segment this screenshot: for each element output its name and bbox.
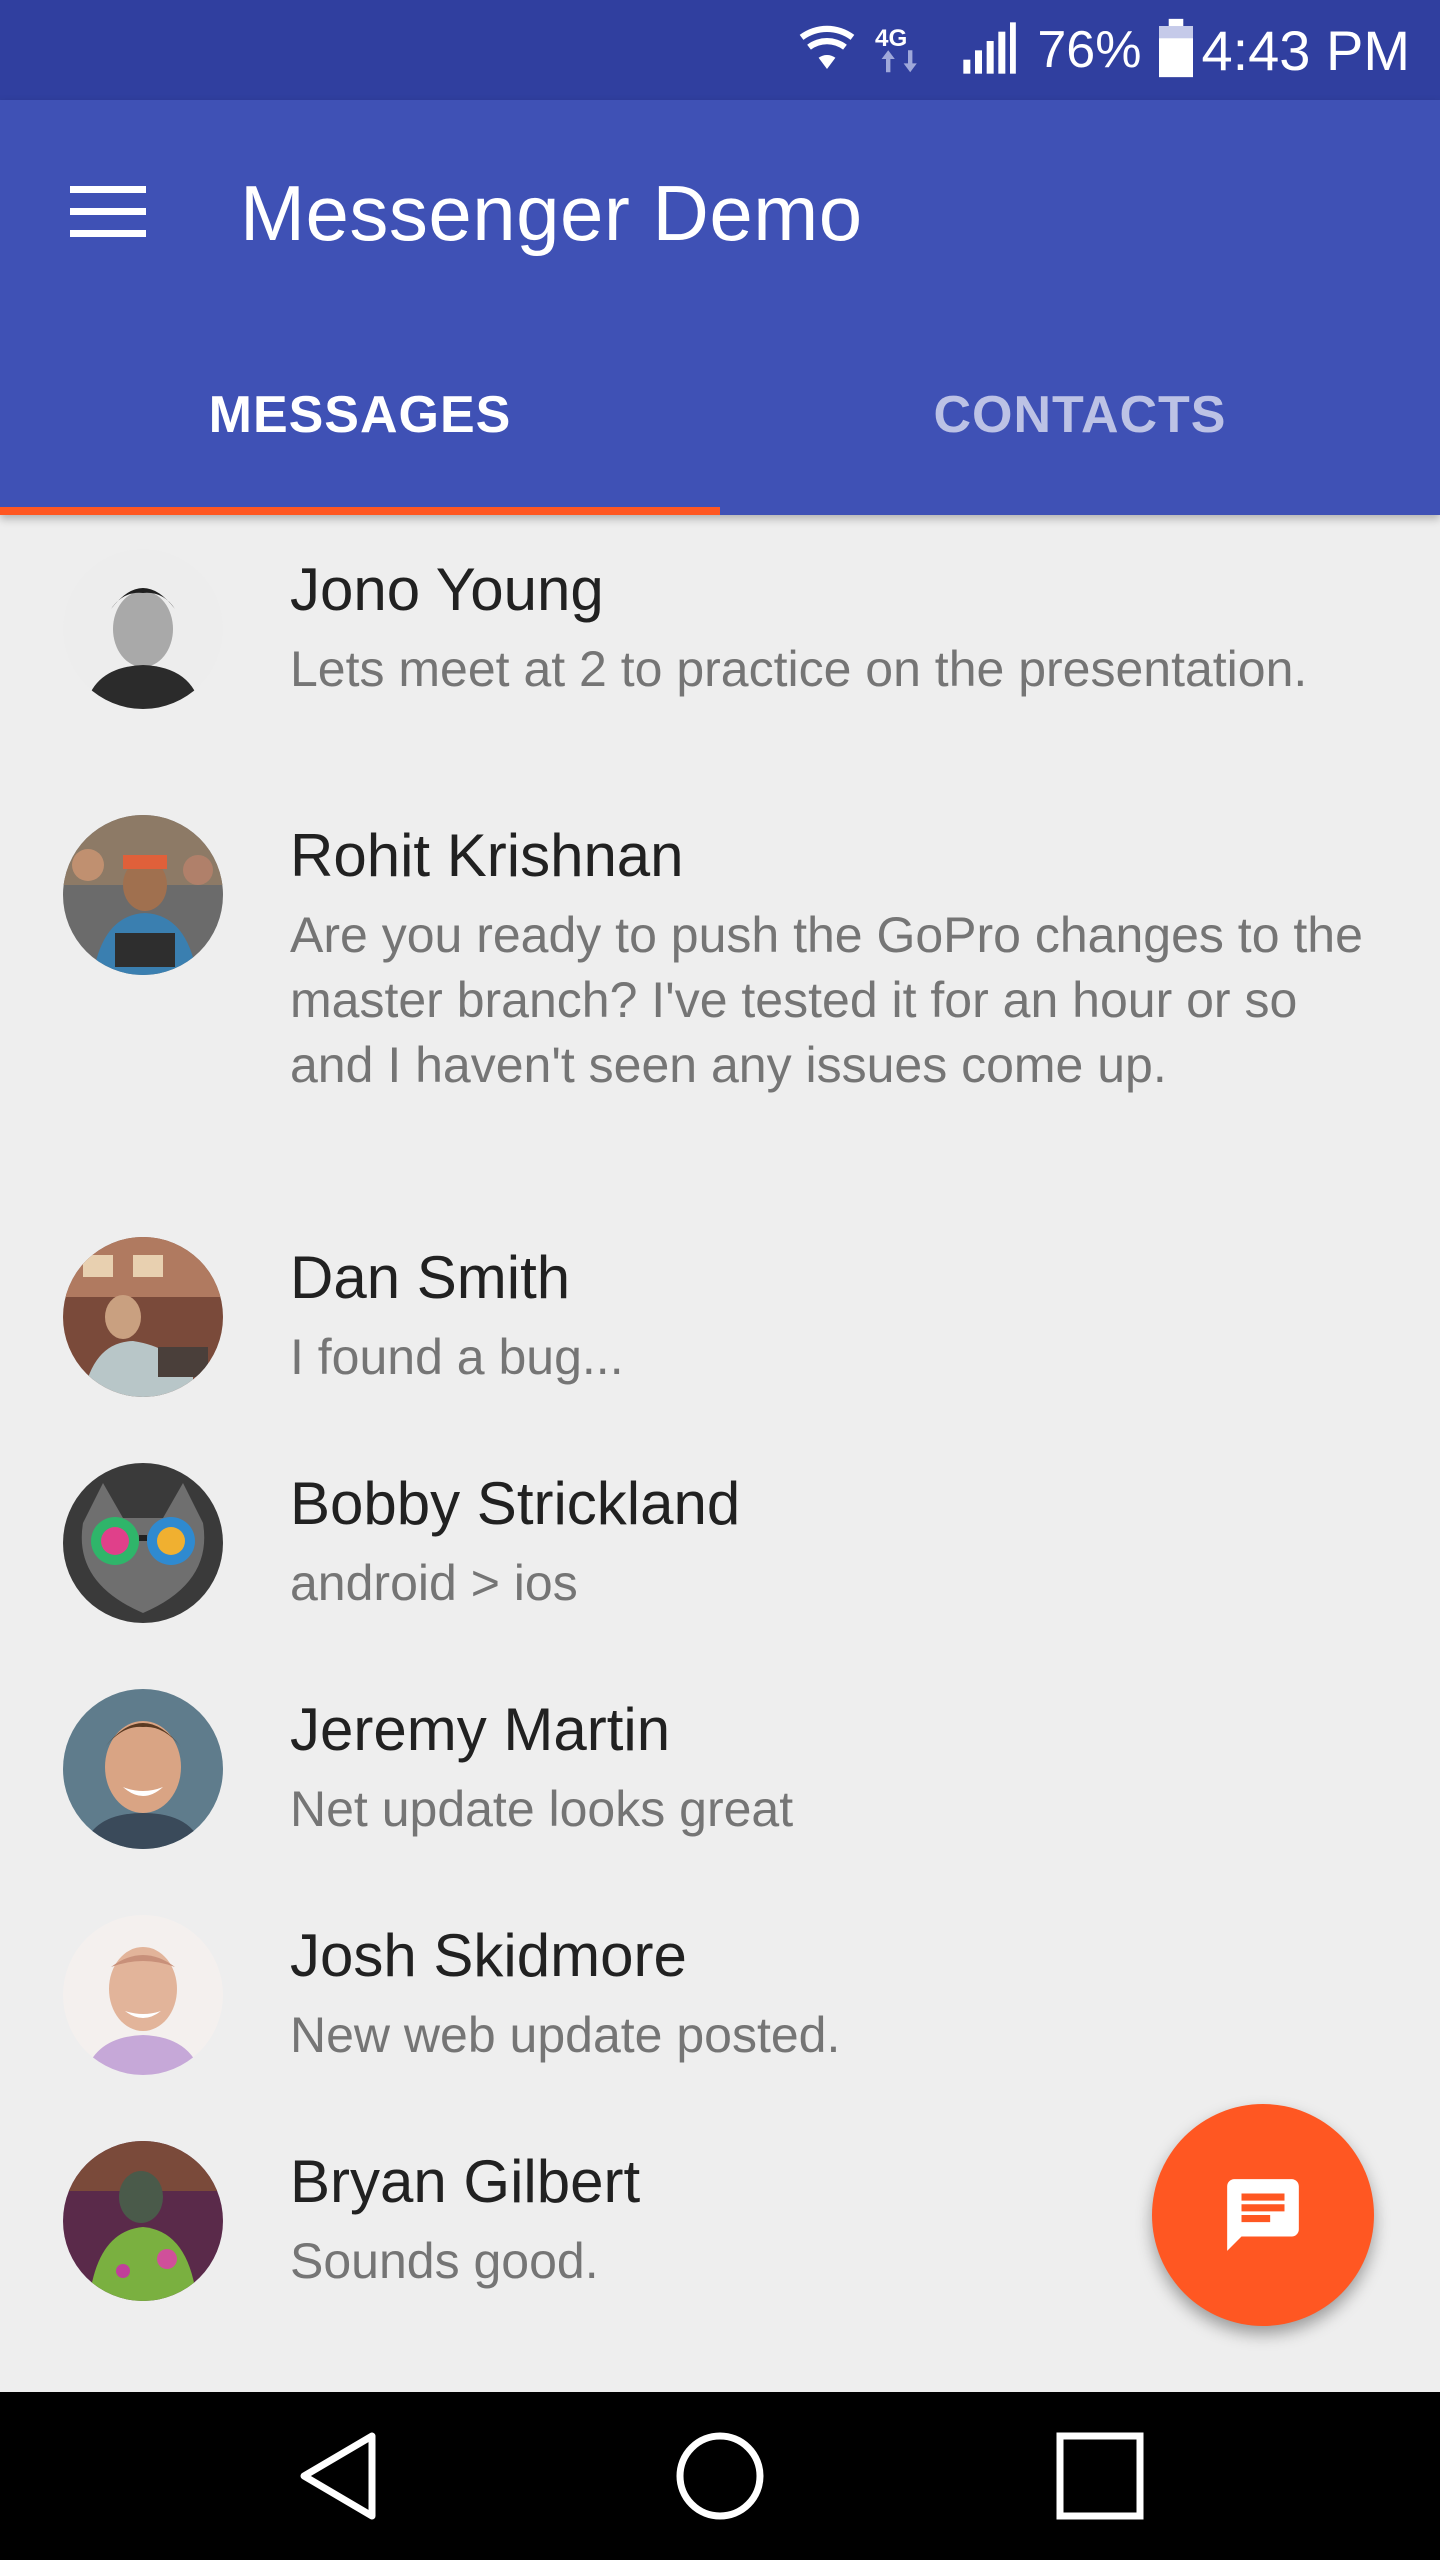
- conversation-item[interactable]: Bobby Strickland android > ios: [0, 1433, 1440, 1659]
- app-title: Messenger Demo: [240, 169, 863, 257]
- contact-name: Dan Smith: [290, 1244, 571, 1311]
- recents-icon: [1056, 2432, 1144, 2520]
- contact-name: Bobby Strickland: [290, 1470, 741, 1537]
- system-nav-bar: [0, 2392, 1440, 2560]
- message-preview: Lets meet at 2 to practice on the presen…: [290, 641, 1308, 697]
- message-preview: New web update posted.: [290, 2007, 841, 2063]
- clock: 4:43 PM: [1201, 18, 1410, 82]
- contact-name: Bryan Gilbert: [290, 2148, 641, 2215]
- tab-messages[interactable]: MESSAGES: [0, 355, 720, 515]
- message-preview: Are you ready to push the GoPro changes …: [290, 907, 1363, 1093]
- conversation-item[interactable]: Josh Skidmore New web update posted.: [0, 1885, 1440, 2111]
- avatar: [63, 1915, 223, 2075]
- conversation-item[interactable]: Jono Young Lets meet at 2 to practice on…: [0, 515, 1440, 783]
- tab-indicator: [0, 507, 720, 515]
- back-button[interactable]: [290, 2426, 390, 2526]
- conversation-item[interactable]: Rohit Krishnan Are you ready to push the…: [0, 783, 1440, 1207]
- app-bar: Messenger Demo MESSAGES CONTACTS: [0, 100, 1440, 515]
- svg-text:4G: 4G: [875, 24, 907, 51]
- avatar: [63, 1463, 223, 1623]
- contact-name: Josh Skidmore: [290, 1922, 687, 1989]
- battery-icon: [1159, 18, 1194, 83]
- battery-percent: 76%: [1037, 21, 1142, 79]
- avatar: [63, 549, 223, 709]
- contact-name: Jeremy Martin: [290, 1696, 671, 1763]
- signal-icon: [961, 20, 1017, 81]
- avatar: [63, 2141, 223, 2301]
- tab-bar: MESSAGES CONTACTS: [0, 355, 1440, 515]
- compose-message-button[interactable]: [1152, 2104, 1374, 2326]
- home-button[interactable]: [670, 2426, 770, 2526]
- status-bar: 4G 76% 4:43 PM: [0, 0, 1440, 100]
- message-icon: [1227, 2179, 1299, 2251]
- hamburger-menu-icon: [70, 186, 146, 237]
- avatar: [63, 815, 223, 975]
- message-preview: android > ios: [290, 1555, 578, 1611]
- 4g-lte-icon: 4G: [875, 20, 941, 81]
- menu-button[interactable]: [50, 170, 174, 250]
- conversation-list: Jono Young Lets meet at 2 to practice on…: [0, 515, 1440, 2331]
- conversation-item[interactable]: Jeremy Martin Net update looks great: [0, 1659, 1440, 1885]
- wifi-icon: [799, 20, 855, 81]
- avatar: [63, 1689, 223, 1849]
- tab-contacts[interactable]: CONTACTS: [720, 355, 1440, 515]
- back-icon: [300, 2432, 376, 2520]
- recents-button[interactable]: [1050, 2426, 1150, 2526]
- message-preview: I found a bug...: [290, 1329, 624, 1385]
- conversation-item[interactable]: Dan Smith I found a bug...: [0, 1207, 1440, 1433]
- contact-name: Rohit Krishnan: [290, 822, 684, 889]
- home-icon: [676, 2432, 764, 2520]
- avatar: [63, 1237, 223, 1397]
- contact-name: Jono Young: [290, 556, 604, 623]
- message-preview: Net update looks great: [290, 1781, 794, 1837]
